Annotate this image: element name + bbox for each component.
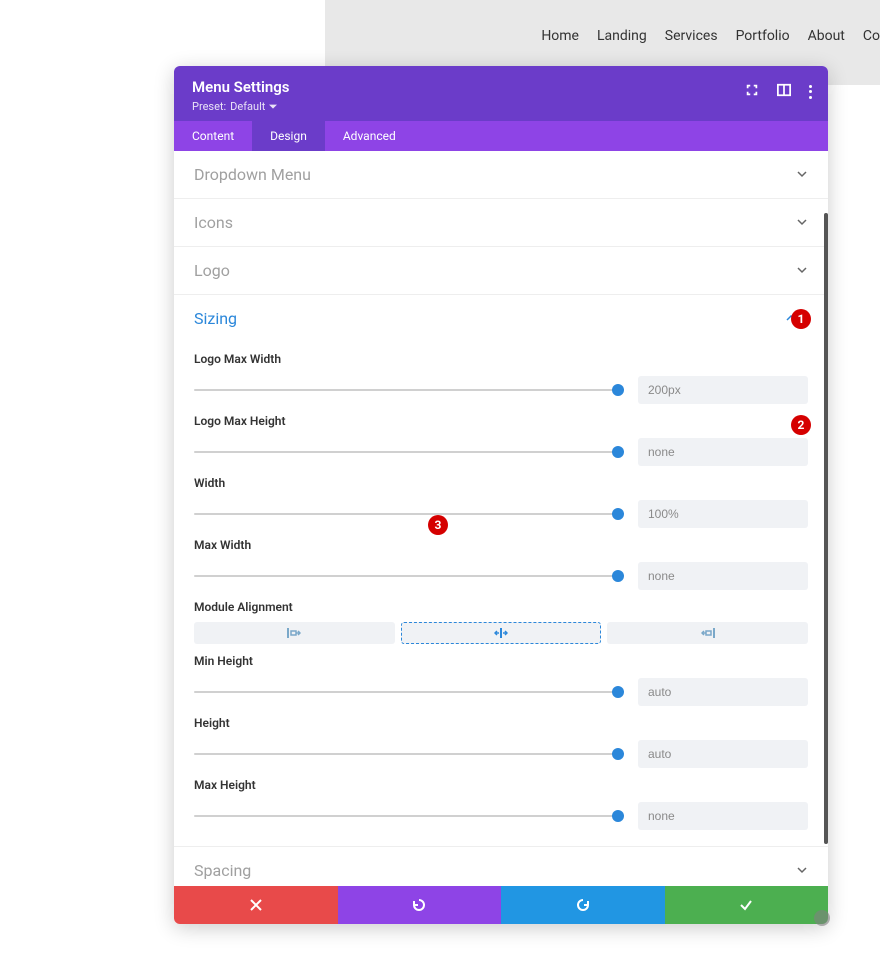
annotation-marker-1: 1	[791, 309, 811, 329]
preset-selector[interactable]: Preset: Default	[192, 100, 810, 113]
width-label: Width	[194, 476, 808, 490]
chevron-down-icon	[796, 861, 808, 880]
logo-max-width-slider[interactable]	[194, 383, 618, 397]
close-icon	[249, 898, 263, 912]
nav-landing[interactable]: Landing	[597, 28, 647, 44]
logo-max-width-label: Logo Max Width	[194, 352, 808, 366]
align-right-icon	[701, 628, 715, 638]
section-sizing[interactable]: Sizing	[174, 295, 828, 342]
panel-title: Menu Settings	[192, 78, 810, 96]
height-slider[interactable]	[194, 747, 618, 761]
nav-about[interactable]: About	[808, 28, 845, 44]
section-logo[interactable]: Logo	[174, 247, 828, 294]
scrollbar[interactable]	[824, 213, 828, 844]
module-alignment-label: Module Alignment	[194, 600, 808, 614]
width-slider[interactable]	[194, 507, 618, 521]
max-width-slider[interactable]	[194, 569, 618, 583]
chevron-down-icon	[796, 213, 808, 232]
min-height-label: Min Height	[194, 654, 808, 668]
settings-panel: Menu Settings Preset: Default Content De…	[174, 66, 828, 924]
max-width-label: Max Width	[194, 538, 808, 552]
caret-down-icon	[269, 104, 277, 110]
align-left-icon	[287, 628, 301, 638]
nav-home[interactable]: Home	[541, 28, 579, 44]
section-dropdown-menu[interactable]: Dropdown Menu	[174, 151, 828, 198]
section-icons[interactable]: Icons	[174, 199, 828, 246]
tab-content[interactable]: Content	[174, 121, 252, 151]
undo-icon	[412, 898, 426, 912]
chevron-down-icon	[796, 261, 808, 280]
panel-header: Menu Settings Preset: Default	[174, 66, 828, 121]
tab-design[interactable]: Design	[252, 121, 325, 151]
align-center-icon	[494, 628, 508, 638]
floating-handle[interactable]	[814, 910, 830, 926]
panel-body: Dropdown Menu Icons Logo Sizing	[174, 151, 828, 886]
undo-button[interactable]	[338, 886, 502, 924]
redo-icon	[576, 898, 590, 912]
max-height-label: Max Height	[194, 778, 808, 792]
height-label: Height	[194, 716, 808, 730]
height-input[interactable]	[638, 740, 808, 768]
nav-services[interactable]: Services	[665, 28, 718, 44]
align-left-button[interactable]	[194, 622, 395, 644]
min-height-input[interactable]	[638, 678, 808, 706]
cancel-button[interactable]	[174, 886, 338, 924]
align-center-button[interactable]	[401, 622, 602, 644]
panel-footer	[174, 886, 828, 924]
annotation-marker-3: 3	[428, 515, 448, 535]
chevron-down-icon	[796, 165, 808, 184]
max-width-input[interactable]	[638, 562, 808, 590]
save-button[interactable]	[665, 886, 829, 924]
section-spacing[interactable]: Spacing	[174, 847, 828, 886]
min-height-slider[interactable]	[194, 685, 618, 699]
columns-icon[interactable]	[777, 82, 791, 101]
logo-max-height-slider[interactable]	[194, 445, 618, 459]
max-height-input[interactable]	[638, 802, 808, 830]
logo-max-height-input[interactable]	[638, 438, 808, 466]
site-navigation: Home Landing Services Portfolio About Co	[541, 28, 880, 44]
nav-portfolio[interactable]: Portfolio	[736, 28, 790, 44]
logo-max-height-label: Logo Max Height	[194, 414, 808, 428]
max-height-slider[interactable]	[194, 809, 618, 823]
more-icon[interactable]	[809, 85, 812, 99]
expand-icon[interactable]	[745, 82, 759, 101]
check-icon	[739, 898, 753, 912]
panel-tabs: Content Design Advanced	[174, 121, 828, 151]
tab-advanced[interactable]: Advanced	[325, 121, 414, 151]
width-input[interactable]	[638, 500, 808, 528]
nav-contact[interactable]: Co	[863, 28, 880, 44]
annotation-marker-2: 2	[791, 415, 811, 435]
logo-max-width-input[interactable]	[638, 376, 808, 404]
redo-button[interactable]	[501, 886, 665, 924]
align-right-button[interactable]	[607, 622, 808, 644]
